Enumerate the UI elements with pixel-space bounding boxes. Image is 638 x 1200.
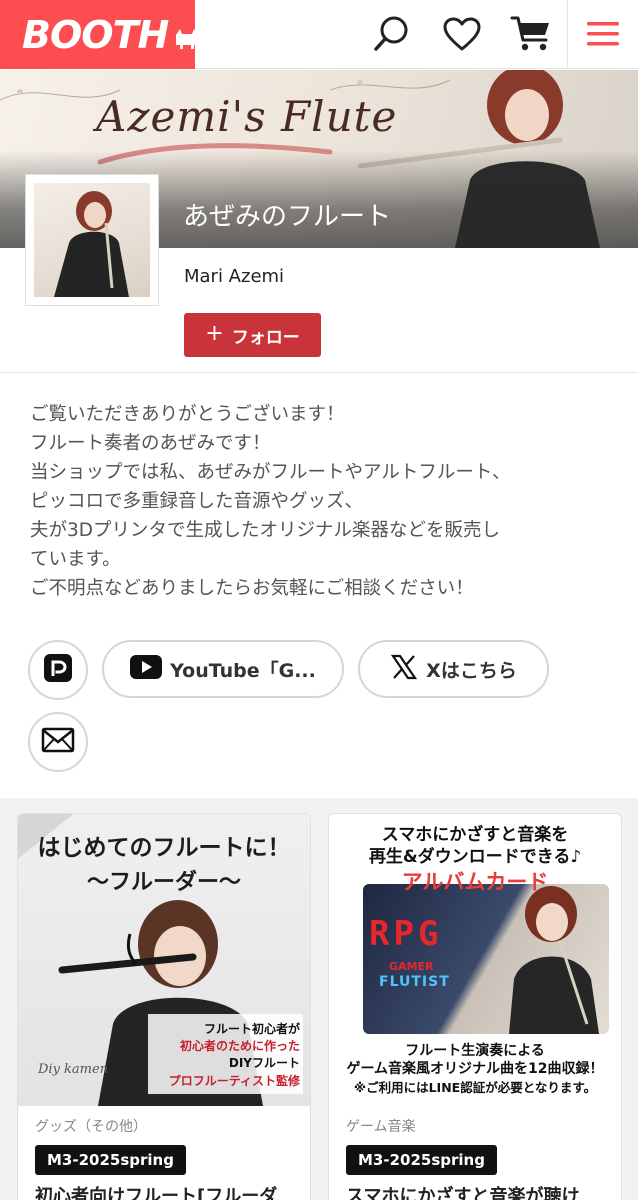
section-divider bbox=[0, 372, 638, 373]
thumbnail-caption: フルート初心者が bbox=[203, 1022, 300, 1036]
thumbnail-caption: DIYフルート bbox=[228, 1056, 300, 1070]
thumbnail-caption: フルート生演奏による bbox=[405, 1043, 545, 1059]
thumbnail-caption: プロフルーティスト監修 bbox=[168, 1074, 300, 1088]
description-line: 夫が3Dプリンタで生成したオリジナル楽器などを販売し bbox=[30, 520, 501, 541]
item-title[interactable]: 初心者向けフルート[フルーダ bbox=[35, 1182, 277, 1200]
youtube-icon bbox=[130, 655, 163, 683]
search-icon[interactable] bbox=[370, 12, 414, 56]
thumbnail-caption: ゲーム音楽風オリジナル曲を12曲収録！ bbox=[346, 1061, 604, 1077]
x-link-label: Xはこちら bbox=[426, 659, 517, 682]
item-card[interactable]: スマホにかざすと音楽を 再生&ダウンロードできる♪ アルバムカード RPG GA… bbox=[328, 813, 622, 1200]
description-line: ピッコロで多重録音した音源やグッズ、 bbox=[30, 491, 364, 512]
avatar-image bbox=[34, 183, 150, 297]
pixiv-link-button[interactable] bbox=[28, 640, 88, 700]
shop-description: ご覧いただきありがとうございます！ フルート奏者のあぜみです！ 当ショップでは私… bbox=[30, 400, 620, 603]
description-line: ご不明点などありましたらお気軽にご相談ください！ bbox=[30, 578, 474, 599]
follow-label: フォロー bbox=[231, 327, 300, 348]
description-line: ています。 bbox=[30, 549, 121, 570]
event-badge[interactable]: M3-2025spring bbox=[35, 1145, 186, 1175]
x-logo-icon bbox=[390, 653, 418, 685]
logo-text: BOOTH bbox=[22, 12, 169, 57]
hamburger-menu-icon[interactable] bbox=[581, 12, 625, 56]
thumbnail-note: ※ご利用にはLINE認証が必要となります。 bbox=[353, 1080, 597, 1095]
event-badge[interactable]: M3-2025spring bbox=[346, 1145, 497, 1175]
item-card[interactable]: はじめてのフルートに！ 〜フルーダー〜 フルート初心者が 初心者のために作った … bbox=[17, 813, 311, 1200]
shop-title: あぜみのフルート bbox=[183, 202, 392, 232]
banner-script-title: Azemi's Flute bbox=[96, 92, 398, 141]
thumbnail-heading: 再生&ダウンロードできる♪ bbox=[368, 847, 582, 867]
thumbnail-rpg-logo: RPG bbox=[369, 914, 443, 954]
follow-button[interactable]: + フォロー bbox=[184, 313, 321, 357]
pixiv-icon bbox=[43, 653, 73, 687]
thumbnail-flutist-label: FLUTIST bbox=[379, 974, 450, 990]
item-thumbnail[interactable]: はじめてのフルートに！ 〜フルーダー〜 フルート初心者が 初心者のために作った … bbox=[18, 814, 310, 1106]
heart-icon[interactable] bbox=[440, 12, 484, 56]
thumbnail-title: アルバムカード bbox=[401, 870, 549, 894]
description-line: フルート奏者のあぜみです！ bbox=[30, 433, 271, 454]
thumbnail-signature: Diy kamen bbox=[38, 1062, 109, 1077]
owner-name[interactable]: Mari Azemi bbox=[184, 266, 284, 287]
description-line: ご覧いただきありがとうございます！ bbox=[30, 404, 345, 425]
header-separator bbox=[567, 0, 568, 69]
youtube-link-button[interactable]: YouTube「G... bbox=[102, 640, 344, 698]
item-title[interactable]: スマホにかざすと音楽が聴け bbox=[346, 1182, 579, 1200]
shop-avatar[interactable] bbox=[25, 174, 159, 306]
item-thumbnail[interactable]: スマホにかざすと音楽を 再生&ダウンロードできる♪ アルバムカード RPG GA… bbox=[329, 814, 621, 1106]
site-header: BOOTH bbox=[0, 0, 638, 69]
booth-logo[interactable]: BOOTH bbox=[0, 0, 199, 69]
item-category[interactable]: ゲーム音楽 bbox=[346, 1116, 416, 1136]
plus-icon: + bbox=[205, 321, 224, 346]
youtube-link-label: YouTube「G... bbox=[170, 659, 316, 682]
mail-icon bbox=[41, 727, 75, 757]
thumbnail-heading: はじめてのフルートに！ bbox=[37, 835, 291, 861]
email-link-button[interactable] bbox=[28, 712, 88, 772]
thumbnail-gamer-label: GAMER bbox=[389, 960, 434, 973]
thumbnail-subheading: 〜フルーダー〜 bbox=[86, 870, 241, 895]
thumbnail-caption: 初心者のために作った bbox=[179, 1039, 300, 1053]
description-line: 当ショップでは私、あぜみがフルートやアルトフルート、 bbox=[30, 462, 511, 483]
item-category[interactable]: グッズ（その他） bbox=[35, 1116, 147, 1136]
booth-mascot-icon bbox=[174, 27, 200, 53]
cart-icon[interactable] bbox=[509, 12, 553, 56]
x-link-button[interactable]: Xはこちら bbox=[358, 640, 549, 698]
